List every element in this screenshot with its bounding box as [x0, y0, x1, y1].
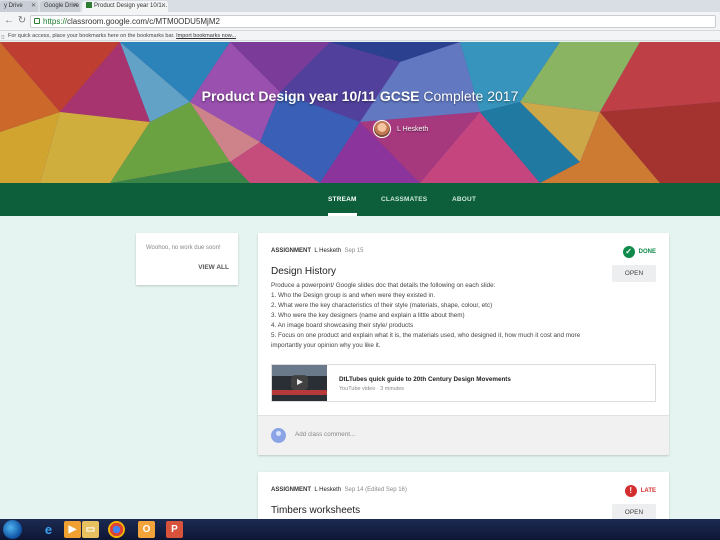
play-icon[interactable] [291, 375, 308, 390]
polygon-art-background [0, 42, 720, 183]
browser-toolbar: ← ↻ https://classroom.google.com/c/MTM0O… [0, 12, 720, 31]
status-badge: ! LATE [624, 485, 656, 497]
class-comment-input[interactable]: Add class comment... [295, 431, 355, 438]
browser-tab-strip: y Drive ✕ Google Drive ✕ Product Design … [0, 0, 720, 12]
tab-label: Product Design year 10/1… [94, 3, 168, 9]
status-text: DONE [638, 249, 656, 255]
close-tab-icon[interactable]: ✕ [73, 1, 78, 12]
url-text: classroom.google.com/c/MTM0ODU5MjM2 [67, 17, 220, 26]
description-line: 4. An image board showcasing their style… [271, 322, 414, 329]
description-line: importantly your opinion why you like it… [271, 342, 381, 349]
outlook-icon[interactable]: O [138, 521, 155, 538]
assignment-card: ASSIGNMENT L Hesketh Sep 15 ✓ DONE OPEN … [258, 233, 669, 455]
thumbnail-stripe [272, 390, 327, 395]
tab-about[interactable]: ABOUT [452, 183, 476, 216]
assignment-description: Produce a powerpoint/ Google slides doc … [271, 281, 611, 351]
windows-start-icon[interactable] [3, 520, 22, 539]
media-player-icon[interactable]: ▶ [64, 521, 81, 538]
alert-icon: ! [624, 485, 637, 497]
view-all-link[interactable]: VIEW ALL [198, 264, 229, 271]
post-author: L Hesketh [314, 248, 342, 254]
post-date: Sep 15 [344, 248, 364, 254]
post-type-label: ASSIGNMENT [271, 248, 312, 254]
address-bar[interactable]: https://classroom.google.com/c/MTM0ODU5M… [30, 15, 716, 28]
teacher-avatar [373, 120, 391, 138]
post-meta: ASSIGNMENT L Hesketh Sep 14 (Edited Sep … [271, 487, 407, 493]
chrome-icon[interactable] [108, 521, 125, 538]
tab-classmates[interactable]: CLASSMATES [381, 183, 427, 216]
post-date: Sep 14 (Edited Sep 16) [344, 487, 407, 493]
powerpoint-icon[interactable]: P [166, 521, 183, 538]
open-button[interactable]: OPEN [612, 265, 656, 282]
internet-explorer-icon[interactable]: e [40, 521, 57, 538]
post-type-label: ASSIGNMENT [271, 487, 312, 493]
attachment-title[interactable]: DtLTubes quick guide to 20th Century Des… [339, 376, 511, 383]
bookmarks-hint: For quick access, place your bookmarks h… [8, 33, 175, 39]
description-line: 3. Who were the key designers (name and … [271, 312, 465, 319]
status-badge: ✓ DONE [622, 246, 656, 258]
status-text: LATE [640, 488, 656, 494]
class-navigation: STREAM CLASSMATES ABOUT [0, 183, 720, 216]
assignment-title[interactable]: Timbers worksheets [271, 505, 360, 516]
description-line: 5. Focus on one product and explain what… [271, 332, 581, 339]
import-bookmarks-link[interactable]: Import bookmarks now... [176, 33, 236, 39]
description-line: 1. Who the Design group is and when were… [271, 292, 436, 299]
description-line: Produce a powerpoint/ Google slides doc … [271, 282, 496, 289]
post-author: L Hesketh [314, 487, 342, 493]
windows-taskbar: e ▶ ▭ O P [0, 519, 720, 540]
tab-stream[interactable]: STREAM [328, 183, 357, 216]
classroom-favicon-icon [86, 2, 92, 8]
teacher-name: L Hesketh [397, 125, 429, 133]
teacher-chip: L Hesketh [373, 120, 428, 138]
class-comment-bar: Add class comment... [258, 415, 669, 455]
upcoming-work-card: Woohoo, no work due soon! VIEW ALL [136, 233, 238, 285]
class-title-suffix: Complete 2017 [419, 88, 519, 104]
post-meta: ASSIGNMENT L Hesketh Sep 15 [271, 248, 364, 254]
lock-icon [34, 18, 40, 24]
check-icon: ✓ [622, 246, 635, 258]
description-line: 2. What were the key characteristics of … [271, 302, 493, 309]
class-title-main: Product Design year 10/11 GCSE [201, 88, 420, 104]
file-explorer-icon[interactable]: ▭ [82, 521, 99, 538]
upcoming-status-text: Woohoo, no work due soon! [146, 245, 221, 251]
browser-tab-drive-partial[interactable]: y Drive ✕ [0, 1, 38, 12]
class-banner: Product Design year 10/11 GCSE Complete … [0, 42, 720, 183]
reload-icon[interactable]: ↻ [16, 15, 28, 27]
youtube-attachment[interactable]: DtLTubes quick guide to 20th Century Des… [271, 364, 656, 402]
back-arrow-icon[interactable]: ← [3, 15, 15, 27]
close-tab-icon[interactable]: ✕ [31, 1, 36, 12]
close-tab-icon[interactable]: ✕ [161, 1, 166, 12]
tab-label: y Drive [4, 3, 23, 9]
browser-tab-product-design[interactable]: Product Design year 10/1… ✕ [82, 1, 168, 12]
user-avatar-icon [271, 428, 286, 443]
class-title: Product Design year 10/11 GCSE Complete … [0, 88, 720, 104]
url-scheme: https:// [43, 17, 68, 26]
attachment-subtitle: YouTube video · 3 minutes [339, 386, 405, 392]
browser-tab-google-drive[interactable]: Google Drive ✕ [40, 1, 80, 12]
bookmarks-bar: ⁝⁝ For quick access, place your bookmark… [0, 31, 720, 41]
assignment-title[interactable]: Design History [271, 266, 336, 277]
video-thumbnail[interactable] [272, 365, 327, 401]
